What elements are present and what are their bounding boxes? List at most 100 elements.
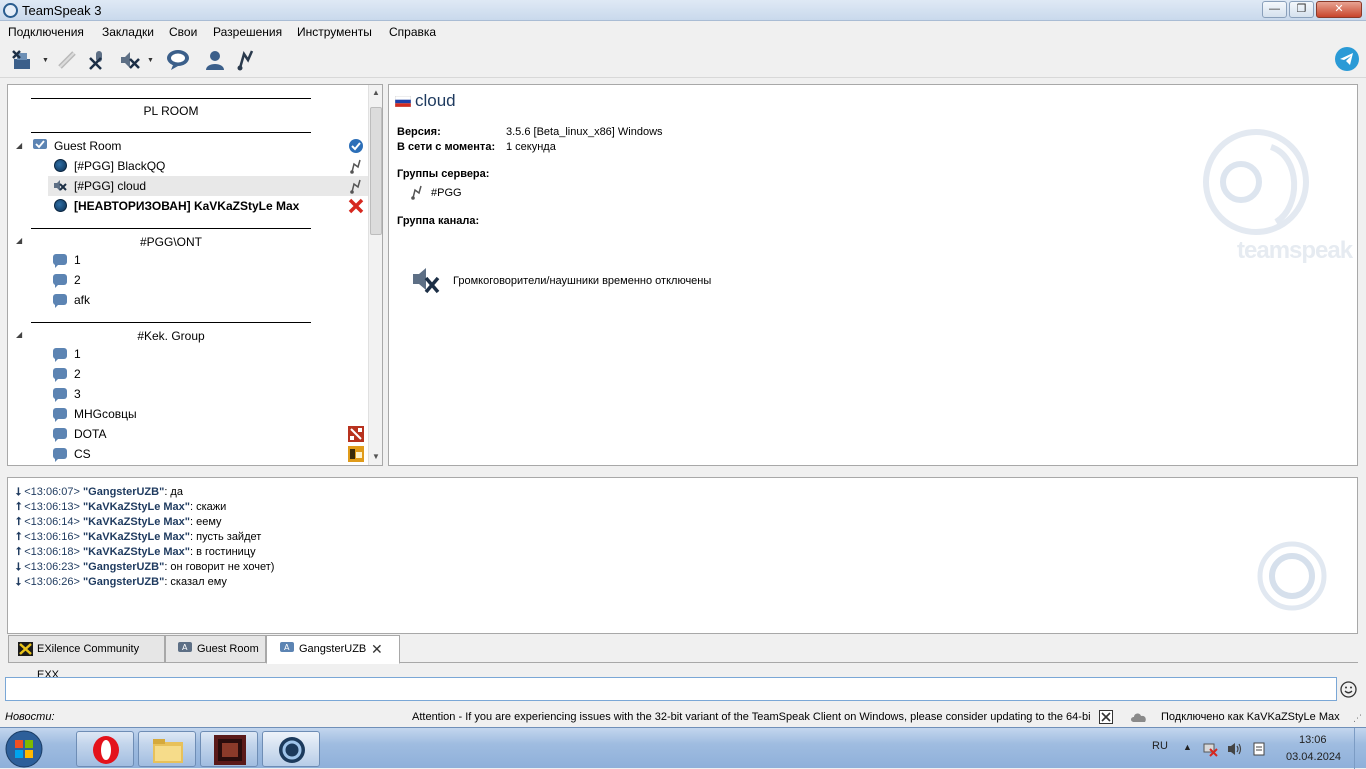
russia-flag-icon bbox=[395, 96, 411, 107]
whisper-icon[interactable] bbox=[233, 47, 259, 73]
collapse-arrow-icon[interactable]: ◢ bbox=[16, 231, 22, 251]
close-button[interactable]: ✕ bbox=[1316, 1, 1362, 18]
svg-text:A: A bbox=[284, 643, 290, 652]
volume-icon[interactable] bbox=[1227, 741, 1243, 757]
scroll-thumb[interactable] bbox=[370, 107, 382, 235]
chat-nick[interactable]: "KaVKaZStyLe Max" bbox=[83, 546, 190, 558]
tab-channel-chat[interactable]: A Guest Room bbox=[165, 635, 266, 663]
channel-icon bbox=[53, 348, 67, 362]
channel-row[interactable]: 1 bbox=[8, 250, 368, 270]
game-taskbar-button[interactable] bbox=[200, 731, 258, 767]
server-icon bbox=[18, 642, 33, 656]
show-hidden-icons-icon[interactable]: ▲ bbox=[1183, 742, 1192, 752]
maximize-button[interactable]: ❐ bbox=[1289, 1, 1314, 18]
chat-nick[interactable]: "GangsterUZB" bbox=[83, 486, 164, 498]
status-text: Громкоговорители/наушники временно отклю… bbox=[453, 275, 712, 287]
menu-self[interactable]: Свои bbox=[169, 25, 197, 39]
collapse-arrow-icon[interactable]: ◢ bbox=[16, 325, 22, 345]
spacer-line bbox=[31, 132, 311, 134]
chat-nick[interactable]: "KaVKaZStyLe Max" bbox=[83, 501, 190, 513]
explorer-taskbar-button[interactable] bbox=[138, 731, 196, 767]
disconnect-dropdown-icon[interactable]: ▼ bbox=[42, 57, 49, 64]
windows-start-icon[interactable] bbox=[4, 729, 44, 769]
close-news-icon[interactable] bbox=[1099, 710, 1113, 724]
tab-label: Guest Room bbox=[197, 643, 259, 655]
resize-grip-icon[interactable]: ⋰ bbox=[1353, 713, 1362, 724]
chat-nick[interactable]: "KaVKaZStyLe Max" bbox=[83, 516, 190, 528]
channel-open-icon bbox=[33, 139, 47, 149]
tab-private-chat[interactable]: A GangsterUZB ✕ bbox=[266, 635, 400, 664]
tab-server-chat[interactable]: EXilence Community EXX bbox=[8, 635, 165, 681]
show-desktop-button[interactable] bbox=[1354, 728, 1366, 769]
channel-row[interactable]: MHGсовцы bbox=[8, 404, 368, 424]
teamspeak-taskbar-button[interactable] bbox=[262, 731, 320, 767]
svg-text:A: A bbox=[182, 643, 188, 652]
channel-row[interactable]: 3 bbox=[8, 384, 368, 404]
minimize-button[interactable]: — bbox=[1262, 1, 1287, 18]
channel-row[interactable]: CS bbox=[8, 444, 368, 464]
scroll-up-icon[interactable]: ▲ bbox=[372, 88, 380, 97]
news-bar: Новости: Attention - If you are experien… bbox=[0, 707, 1366, 727]
mute-speakers-icon[interactable] bbox=[117, 47, 143, 73]
action-center-icon[interactable] bbox=[1251, 741, 1267, 757]
contacts-icon[interactable] bbox=[202, 47, 228, 73]
channel-row[interactable]: 1 bbox=[8, 344, 368, 364]
client-name: [НЕАВТОРИЗОВАН] KaVKaZStyLe Max bbox=[74, 199, 300, 213]
version-value: 3.5.6 [Beta_linux_x86] Windows bbox=[506, 126, 663, 138]
spacer-pl-room[interactable]: PL ROOM bbox=[31, 104, 311, 118]
opera-taskbar-button[interactable] bbox=[76, 731, 134, 767]
network-warning-icon[interactable] bbox=[1202, 741, 1218, 757]
close-tab-icon[interactable]: ✕ bbox=[371, 636, 383, 662]
channel-label: 2 bbox=[74, 273, 81, 287]
channel-row[interactable]: afk bbox=[8, 290, 368, 310]
menu-help[interactable]: Справка bbox=[389, 25, 436, 39]
channel-icon bbox=[53, 254, 67, 268]
speakers-dropdown-icon[interactable]: ▼ bbox=[147, 57, 154, 64]
tab-label: GangsterUZB bbox=[299, 643, 367, 655]
channel-label: DOTA bbox=[74, 427, 107, 441]
client-status-icon bbox=[54, 159, 67, 172]
telegram-icon[interactable] bbox=[1334, 46, 1360, 72]
opera-icon bbox=[93, 736, 119, 764]
spacer-kek-group[interactable]: #Kek. Group bbox=[31, 329, 311, 343]
channel-guest-room[interactable]: ◢ Guest Room bbox=[8, 136, 368, 156]
channel-group-label: Группа канала: bbox=[397, 215, 480, 227]
chat-nick[interactable]: "KaVKaZStyLe Max" bbox=[83, 531, 190, 543]
menu-connections[interactable]: Подключения bbox=[8, 25, 84, 39]
chat-nick[interactable]: "GangsterUZB" bbox=[83, 576, 164, 588]
teamspeak-app-icon bbox=[3, 3, 18, 18]
spacer-pgg-ont[interactable]: #PGG\ONT bbox=[31, 235, 311, 249]
language-indicator[interactable]: RU bbox=[1152, 740, 1168, 752]
clock-date[interactable]: 03.04.2024 bbox=[1286, 751, 1341, 763]
channel-row[interactable]: 2 bbox=[8, 364, 368, 384]
emoticon-icon[interactable] bbox=[1340, 681, 1357, 698]
channel-row[interactable]: DOTA bbox=[8, 424, 368, 444]
chat-nick[interactable]: "GangsterUZB" bbox=[83, 561, 164, 573]
client-kavkazstyle[interactable]: [НЕАВТОРИЗОВАН] KaVKaZStyLe Max bbox=[8, 196, 368, 216]
windows-taskbar: RU ▲ 13:06 03.04.2024 bbox=[0, 727, 1366, 769]
clock-time[interactable]: 13:06 bbox=[1299, 734, 1327, 746]
channel-icon bbox=[53, 388, 67, 402]
channel-label: MHGсовцы bbox=[74, 407, 137, 421]
chat-log[interactable]: ⭣ <13:06:07> "GangsterUZB": да ⭡ <13:06:… bbox=[7, 477, 1358, 634]
channel-icon bbox=[53, 448, 67, 462]
client-name: [#PGG] cloud bbox=[74, 179, 147, 193]
scroll-down-icon[interactable]: ▼ bbox=[372, 452, 380, 461]
mute-mic-icon[interactable] bbox=[86, 47, 112, 73]
disconnect-icon[interactable] bbox=[10, 47, 36, 73]
menu-tools[interactable]: Инструменты bbox=[297, 25, 372, 39]
chat-line: ⭡ <13:06:13> "KaVKaZStyLe Max": скажи bbox=[16, 501, 227, 513]
menu-permissions[interactable]: Разрешения bbox=[213, 25, 282, 39]
connect-icon[interactable] bbox=[55, 47, 81, 73]
collapse-arrow-icon[interactable]: ◢ bbox=[16, 136, 22, 156]
chat-input[interactable] bbox=[5, 677, 1337, 701]
menu-bookmarks[interactable]: Закладки bbox=[102, 25, 154, 39]
client-cloud[interactable]: [#PGG] cloud bbox=[48, 176, 368, 196]
tree-scrollbar[interactable]: ▲ ▼ bbox=[368, 85, 382, 465]
away-icon[interactable] bbox=[165, 47, 191, 73]
news-ticker: Attention - If you are experiencing issu… bbox=[412, 711, 1090, 723]
channel-tree[interactable]: PL ROOM ◢ Guest Room [#PGG] BlackQQ [#PG… bbox=[7, 84, 383, 466]
channel-row[interactable]: 2 bbox=[8, 270, 368, 290]
channel-label: 1 bbox=[74, 253, 81, 267]
client-blackqq[interactable]: [#PGG] BlackQQ bbox=[8, 156, 368, 176]
